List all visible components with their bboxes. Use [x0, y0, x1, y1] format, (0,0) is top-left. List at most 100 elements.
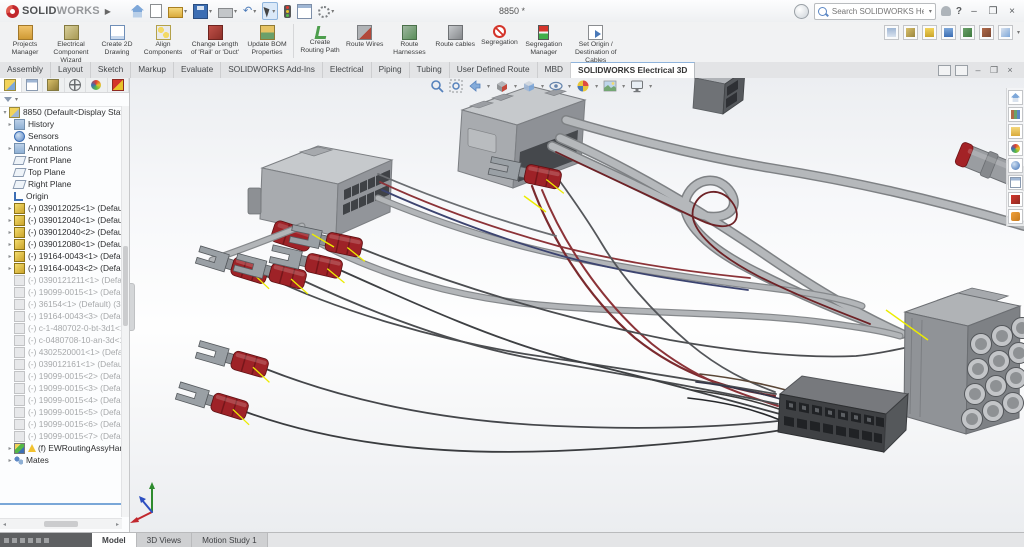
search-dropdown-icon[interactable]: ▾ — [929, 8, 932, 15]
tree-item-component[interactable]: ▸(-) 039012040<2> (Default<<Default — [0, 226, 122, 238]
tree-item-suppressed[interactable]: (-) c-1-480702-0-bt-3d1<1> (Default — [0, 322, 122, 334]
minimize-button[interactable]: – — [967, 6, 981, 17]
harness-3d-scene[interactable] — [130, 78, 1024, 533]
scroll-left-icon[interactable]: ◂ — [0, 521, 9, 528]
search-input[interactable] — [830, 6, 926, 17]
expand-arrow-icon[interactable]: ▸ — [6, 445, 14, 452]
ribbon-route-wires[interactable]: Route Wires — [343, 22, 386, 59]
tab-tubing[interactable]: Tubing — [410, 62, 450, 78]
tab-mbd[interactable]: MBD — [538, 62, 571, 78]
doc-restore-button[interactable]: ❐ — [988, 65, 1000, 76]
tab-electrical[interactable]: Electrical — [323, 62, 372, 78]
hud-dropdown-icon[interactable]: ▾ — [649, 83, 652, 90]
tab-user-defined-route[interactable]: User Defined Route — [450, 62, 538, 78]
panel-splitter-handle[interactable] — [130, 283, 135, 331]
connector-2pin-floating[interactable] — [693, 78, 745, 114]
expand-arrow-icon[interactable]: ▸ — [6, 145, 14, 152]
tab-featuremanager-tree[interactable] — [0, 78, 22, 92]
tree-item-component[interactable]: ▸(-) 19164-0043<1> (Default<<Defau — [0, 250, 122, 262]
tree-item-root[interactable]: ▾8850 (Default<Display State-1>) — [0, 106, 122, 118]
expand-arrow-icon[interactable]: ▸ — [6, 121, 14, 128]
appearances-scenes-icon[interactable] — [1008, 158, 1023, 173]
section-view-icon[interactable] — [495, 79, 509, 93]
tree-item-suppressed[interactable]: (-) c-0480708-10-an-3d<1> (Default — [0, 334, 122, 346]
print-button[interactable]: ▾ — [218, 5, 237, 18]
view-palette-icon[interactable] — [1008, 141, 1023, 156]
hud-dropdown-icon[interactable]: ▾ — [514, 83, 517, 90]
tab-dimxpert-manager[interactable] — [65, 78, 87, 92]
tree-item-right-plane[interactable]: Right Plane — [0, 178, 122, 190]
tree-item-annotations[interactable]: ▸Annotations — [0, 142, 122, 154]
tab-display-manager[interactable] — [86, 78, 108, 92]
solidworks-resources-icon[interactable] — [794, 4, 809, 19]
tree-item-suppressed[interactable]: (-) 039012161<1> (Default) (51) — [0, 358, 122, 370]
open-button[interactable]: ▾ — [168, 5, 187, 18]
scene-icon[interactable] — [603, 79, 617, 93]
tab-solidworks-add-ins[interactable]: SOLIDWORKS Add-Ins — [221, 62, 323, 78]
undo-button[interactable]: ↶▾ — [243, 5, 256, 18]
doc-minimize-button[interactable]: – — [972, 65, 984, 75]
tree-item-sensors[interactable]: Sensors — [0, 130, 122, 142]
expand-arrow-icon[interactable]: ▸ — [6, 457, 14, 464]
tree-item-suppressed[interactable]: (-) 36154<1> (Default) (38) — [0, 298, 122, 310]
tab-solidworks-electrical-3d[interactable]: SOLIDWORKS Electrical 3D — [571, 62, 695, 78]
tab-configuration-manager[interactable] — [43, 78, 65, 92]
expand-arrow-icon[interactable]: ▸ — [6, 253, 14, 260]
ribbon-route-cables[interactable]: Route cables — [432, 22, 478, 59]
ribbon-projects-manager[interactable]: Projects Manager — [2, 22, 48, 59]
tree-item-suppressed[interactable]: (-) 4302520001<1> (Default) (48) — [0, 346, 122, 358]
tree-item-suppressed[interactable]: (-) 0390121211<1> (Default) (36) — [0, 274, 122, 286]
tree-item-history[interactable]: ▸History — [0, 118, 122, 130]
ew-user-icon[interactable] — [941, 25, 956, 40]
ew-flag-icon[interactable] — [960, 25, 975, 40]
design-library-icon[interactable] — [1008, 107, 1023, 122]
home-button[interactable] — [131, 5, 144, 18]
tree-item-top-plane[interactable]: Top Plane — [0, 166, 122, 178]
scroll-right-icon[interactable]: ▸ — [113, 521, 122, 528]
tree-item-suppressed[interactable]: (-) 19164-0043<3> (Default) (39) — [0, 310, 122, 322]
hud-dropdown-icon[interactable]: ▾ — [487, 83, 490, 90]
file-explorer-icon[interactable] — [1008, 124, 1023, 139]
resources-home-icon[interactable] — [1008, 90, 1023, 105]
connector-16pin-bottom[interactable] — [778, 376, 908, 452]
zoom-fit-icon[interactable] — [430, 79, 444, 93]
custom-properties-icon[interactable] — [1008, 175, 1023, 190]
ribbon-create-routing-path[interactable]: Create Routing Path — [297, 22, 343, 59]
tab-3d-views[interactable]: 3D Views — [137, 533, 192, 547]
ew-sketch-icon[interactable] — [998, 25, 1013, 40]
tree-item-component[interactable]: ▸(-) 039012080<1> (Default<<Default — [0, 238, 122, 250]
login-user-icon[interactable] — [941, 6, 951, 16]
ribbon-electrical-component-wizard[interactable]: Electrical Component Wizard — [48, 22, 94, 59]
display-style-icon[interactable] — [522, 79, 536, 93]
hud-dropdown-icon[interactable]: ▾ — [595, 83, 598, 90]
tab-electrical-manager[interactable] — [108, 78, 130, 92]
ribbon-change-length[interactable]: Change Length of 'Rail' or 'Duct' — [186, 22, 244, 59]
filter-dropdown-icon[interactable]: ▾ — [15, 96, 18, 103]
ew-archive-icon[interactable] — [903, 25, 918, 40]
tree-item-suppressed[interactable]: (-) 19099-0015<2> (Default) (52) — [0, 370, 122, 382]
tree-item-mates[interactable]: ▸Mates — [0, 454, 122, 466]
ribbon-route-harnesses[interactable]: Route Harnesses — [386, 22, 432, 59]
tree-item-suppressed[interactable]: (-) 19099-0015<5> (Default) (55) — [0, 406, 122, 418]
hud-dropdown-icon[interactable]: ▾ — [541, 83, 544, 90]
tab-piping[interactable]: Piping — [372, 62, 410, 78]
new-window-icon[interactable] — [938, 65, 951, 76]
expand-arrow-icon[interactable]: ▸ — [6, 241, 14, 248]
ew-tools-icon[interactable] — [979, 25, 994, 40]
close-button[interactable]: × — [1005, 6, 1019, 17]
forum-icon[interactable] — [1008, 209, 1023, 224]
tree-horizontal-scrollbar[interactable]: ◂ ▸ — [0, 518, 122, 529]
tab-model[interactable]: Model — [92, 533, 137, 547]
zoom-area-icon[interactable] — [449, 79, 463, 93]
doc-close-button[interactable]: × — [1004, 65, 1016, 75]
view-settings-icon[interactable] — [630, 79, 644, 93]
hud-dropdown-icon[interactable]: ▾ — [622, 83, 625, 90]
tree-item-component[interactable]: ▸(-) 039012025<1> (Default<<Default — [0, 202, 122, 214]
tab-property-manager[interactable] — [22, 78, 44, 92]
tree-item-component[interactable]: ▸(-) 19164-0043<2> (Default<<Defau — [0, 262, 122, 274]
ew-edit-icon[interactable] — [922, 25, 937, 40]
electrical-3d-icon[interactable] — [1008, 192, 1023, 207]
ew-view-icon[interactable] — [884, 25, 899, 40]
options-button[interactable]: ▾ — [318, 5, 334, 18]
ribbon-align-components[interactable]: Align Components — [140, 22, 186, 59]
